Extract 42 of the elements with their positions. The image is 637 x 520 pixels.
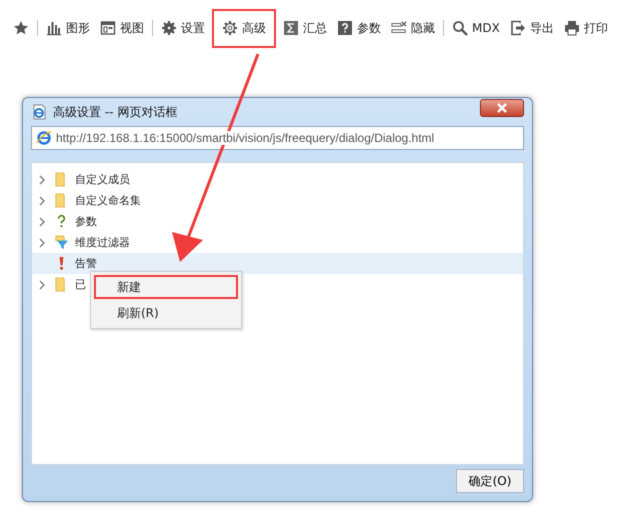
toolbar-button[interactable]: 打印 — [558, 16, 613, 40]
toolbar-button[interactable]: 导出 — [504, 16, 559, 40]
chevron-icon[interactable] — [38, 280, 46, 290]
browser-icon — [36, 130, 52, 146]
printer-icon — [564, 20, 580, 36]
help-icon — [337, 20, 353, 36]
toolbar-button[interactable]: 隐藏 — [386, 16, 440, 40]
close-icon — [496, 103, 508, 113]
toolbar-button[interactable]: 视图 — [95, 16, 149, 40]
chevron-icon[interactable] — [38, 196, 46, 206]
tree-item[interactable]: 维度过滤器 — [32, 232, 134, 253]
hide-icon — [391, 20, 407, 36]
tree-item[interactable]: 参数 — [32, 211, 101, 232]
toolbar-button[interactable]: 汇总 — [278, 16, 332, 40]
star-icon — [13, 20, 29, 36]
settings-icon — [222, 20, 238, 36]
chevron-icon[interactable] — [38, 216, 46, 226]
chevron-icon[interactable] — [38, 174, 46, 184]
tree-item[interactable]: 自定义成员 — [32, 169, 134, 190]
layout-icon — [100, 20, 116, 36]
bar-chart-icon — [46, 20, 62, 36]
window-title: 高级设置 -- 网页对话框 — [53, 104, 178, 120]
toolbar-button[interactable]: 图形 — [41, 16, 95, 40]
toolbar-button[interactable]: 设置 — [156, 16, 210, 40]
toolbar-button[interactable]: MDX — [447, 16, 505, 40]
toolbar-button[interactable]: 高级 — [212, 8, 276, 48]
menu-item[interactable]: 新建 — [93, 274, 239, 300]
tree-item[interactable]: 已 — [32, 274, 90, 295]
tree-item[interactable]: 自定义命名集 — [32, 190, 145, 211]
tree-item[interactable]: 告警 — [32, 253, 523, 274]
sigma-icon — [283, 20, 299, 36]
browser-icon — [31, 104, 47, 120]
filter-icon — [54, 235, 69, 250]
url-text: http://192.168.1.16:15000/smartbi/vision/js/freequery/dialog/Dialog.html — [56, 131, 434, 145]
toolbar-button[interactable]: 参数 — [332, 16, 386, 40]
search-icon — [452, 20, 468, 36]
settings-icon — [161, 20, 177, 36]
close-button[interactable] — [480, 99, 524, 117]
chevron-icon[interactable] — [38, 238, 46, 248]
export-icon — [510, 20, 526, 36]
menu-item[interactable]: 刷新(R) — [91, 300, 241, 326]
ok-button[interactable]: 确定(O) — [456, 469, 524, 493]
